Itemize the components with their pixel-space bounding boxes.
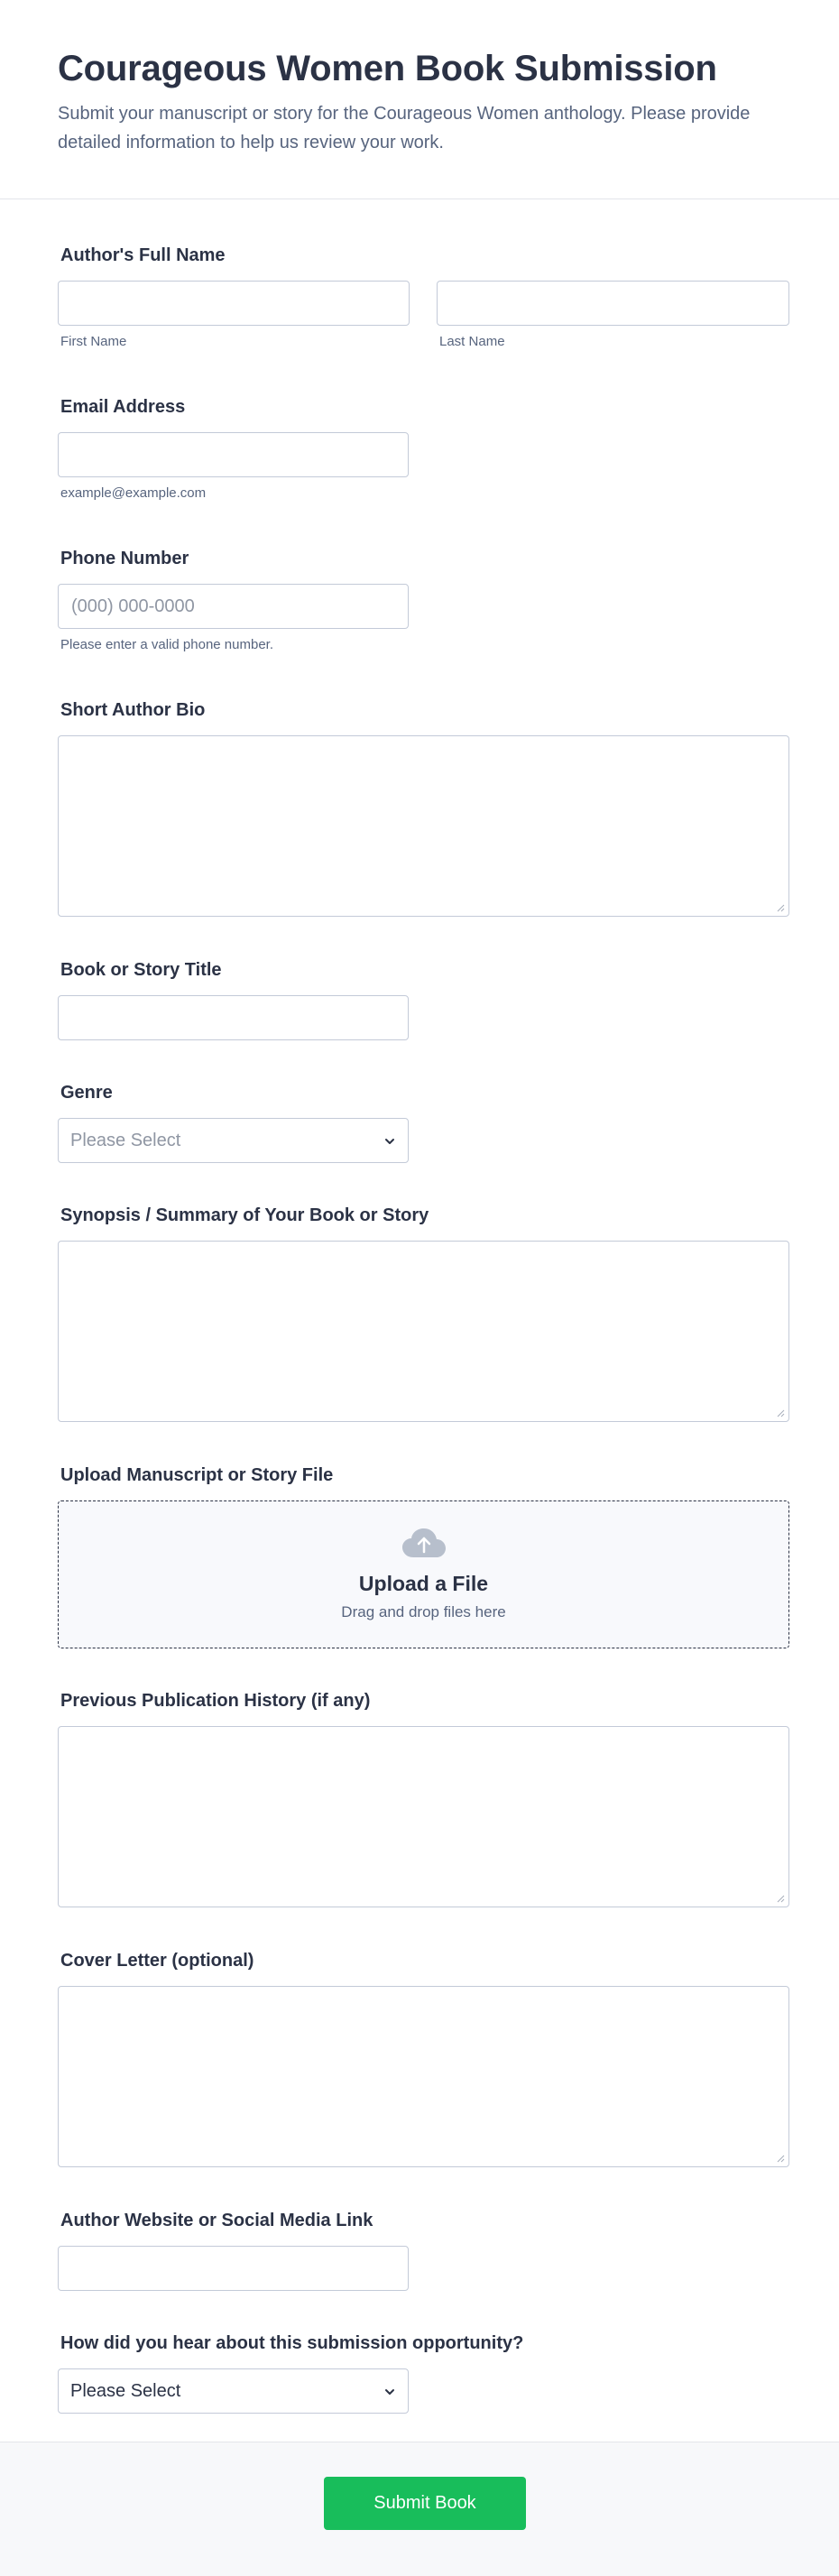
synopsis-label: Synopsis / Summary of Your Book or Story bbox=[60, 1205, 429, 1225]
genre-select[interactable]: Please Select bbox=[58, 1118, 409, 1163]
bio-section: Short Author Bio bbox=[58, 699, 789, 917]
publication-history-label: Previous Publication History (if any) bbox=[60, 1691, 371, 1711]
genre-selected-value: Please Select bbox=[70, 1130, 181, 1150]
book-title-input[interactable] bbox=[58, 995, 409, 1040]
upload-label: Upload Manuscript or Story File bbox=[60, 1465, 334, 1485]
email-label: Email Address bbox=[60, 397, 186, 417]
first-name-input[interactable] bbox=[58, 281, 410, 326]
phone-section: Phone Number Please enter a valid phone … bbox=[58, 548, 781, 654]
chevron-down-icon bbox=[385, 2389, 394, 2395]
cover-letter-textarea[interactable] bbox=[58, 1986, 789, 2167]
first-name-sublabel: First Name bbox=[60, 334, 127, 349]
synopsis-textarea[interactable] bbox=[58, 1241, 789, 1422]
resize-handle-icon[interactable] bbox=[776, 1894, 785, 1903]
synopsis-section: Synopsis / Summary of Your Book or Story bbox=[58, 1205, 789, 1422]
author-name-label: Author's Full Name bbox=[60, 245, 226, 265]
publication-history-section: Previous Publication History (if any) bbox=[58, 1690, 789, 1907]
author-name-section: Author's Full Name First Name Last Name bbox=[58, 245, 789, 351]
form-subtitle: Submit your manuscript or story for the … bbox=[58, 104, 751, 152]
upload-title: Upload a File bbox=[358, 1572, 489, 1595]
last-name-input[interactable] bbox=[437, 281, 789, 326]
website-section: Author Website or Social Media Link bbox=[58, 2210, 781, 2291]
form-card: Courageous Women Book Submission Submit … bbox=[0, 0, 839, 2576]
genre-label: Genre bbox=[60, 1083, 113, 1103]
resize-handle-icon[interactable] bbox=[776, 903, 785, 912]
upload-section: Upload Manuscript or Story File Upload a… bbox=[58, 1464, 789, 1648]
cover-letter-section: Cover Letter (optional) bbox=[58, 1950, 789, 2167]
bio-label: Short Author Bio bbox=[60, 700, 206, 720]
phone-label: Phone Number bbox=[60, 549, 189, 568]
book-title-label: Book or Story Title bbox=[60, 960, 222, 980]
form-header: Courageous Women Book Submission Submit … bbox=[0, 0, 839, 199]
publication-history-textarea[interactable] bbox=[58, 1726, 789, 1907]
last-name-sublabel: Last Name bbox=[439, 334, 505, 349]
resize-handle-icon[interactable] bbox=[776, 1408, 785, 1417]
file-upload-dropzone[interactable]: Upload a File Drag and drop files here bbox=[58, 1500, 789, 1648]
upload-subtitle: Drag and drop files here bbox=[341, 1603, 506, 1620]
genre-section: Genre Please Select bbox=[58, 1082, 781, 1163]
referral-selected-value: Please Select bbox=[70, 2380, 181, 2401]
cloud-upload-icon bbox=[401, 1528, 446, 1557]
bio-textarea[interactable] bbox=[58, 735, 789, 917]
email-field[interactable] bbox=[58, 432, 409, 477]
website-label: Author Website or Social Media Link bbox=[60, 2211, 373, 2230]
form-title: Courageous Women Book Submission bbox=[58, 49, 717, 88]
submit-button[interactable]: Submit Book bbox=[324, 2477, 526, 2530]
email-section: Email Address example@example.com bbox=[58, 396, 781, 503]
form-footer: Submit Book bbox=[0, 2442, 839, 2576]
chevron-down-icon bbox=[385, 1139, 394, 1144]
referral-label: How did you hear about this submission o… bbox=[60, 2333, 524, 2353]
resize-handle-icon[interactable] bbox=[776, 2154, 785, 2163]
phone-field[interactable] bbox=[58, 584, 409, 629]
referral-select[interactable]: Please Select bbox=[58, 2368, 409, 2414]
website-input[interactable] bbox=[58, 2246, 409, 2291]
referral-section: How did you hear about this submission o… bbox=[58, 2332, 781, 2414]
book-title-section: Book or Story Title bbox=[58, 959, 781, 1040]
cover-letter-label: Cover Letter (optional) bbox=[60, 1951, 254, 1971]
email-sublabel: example@example.com bbox=[60, 485, 207, 501]
phone-sublabel: Please enter a valid phone number. bbox=[60, 637, 273, 652]
